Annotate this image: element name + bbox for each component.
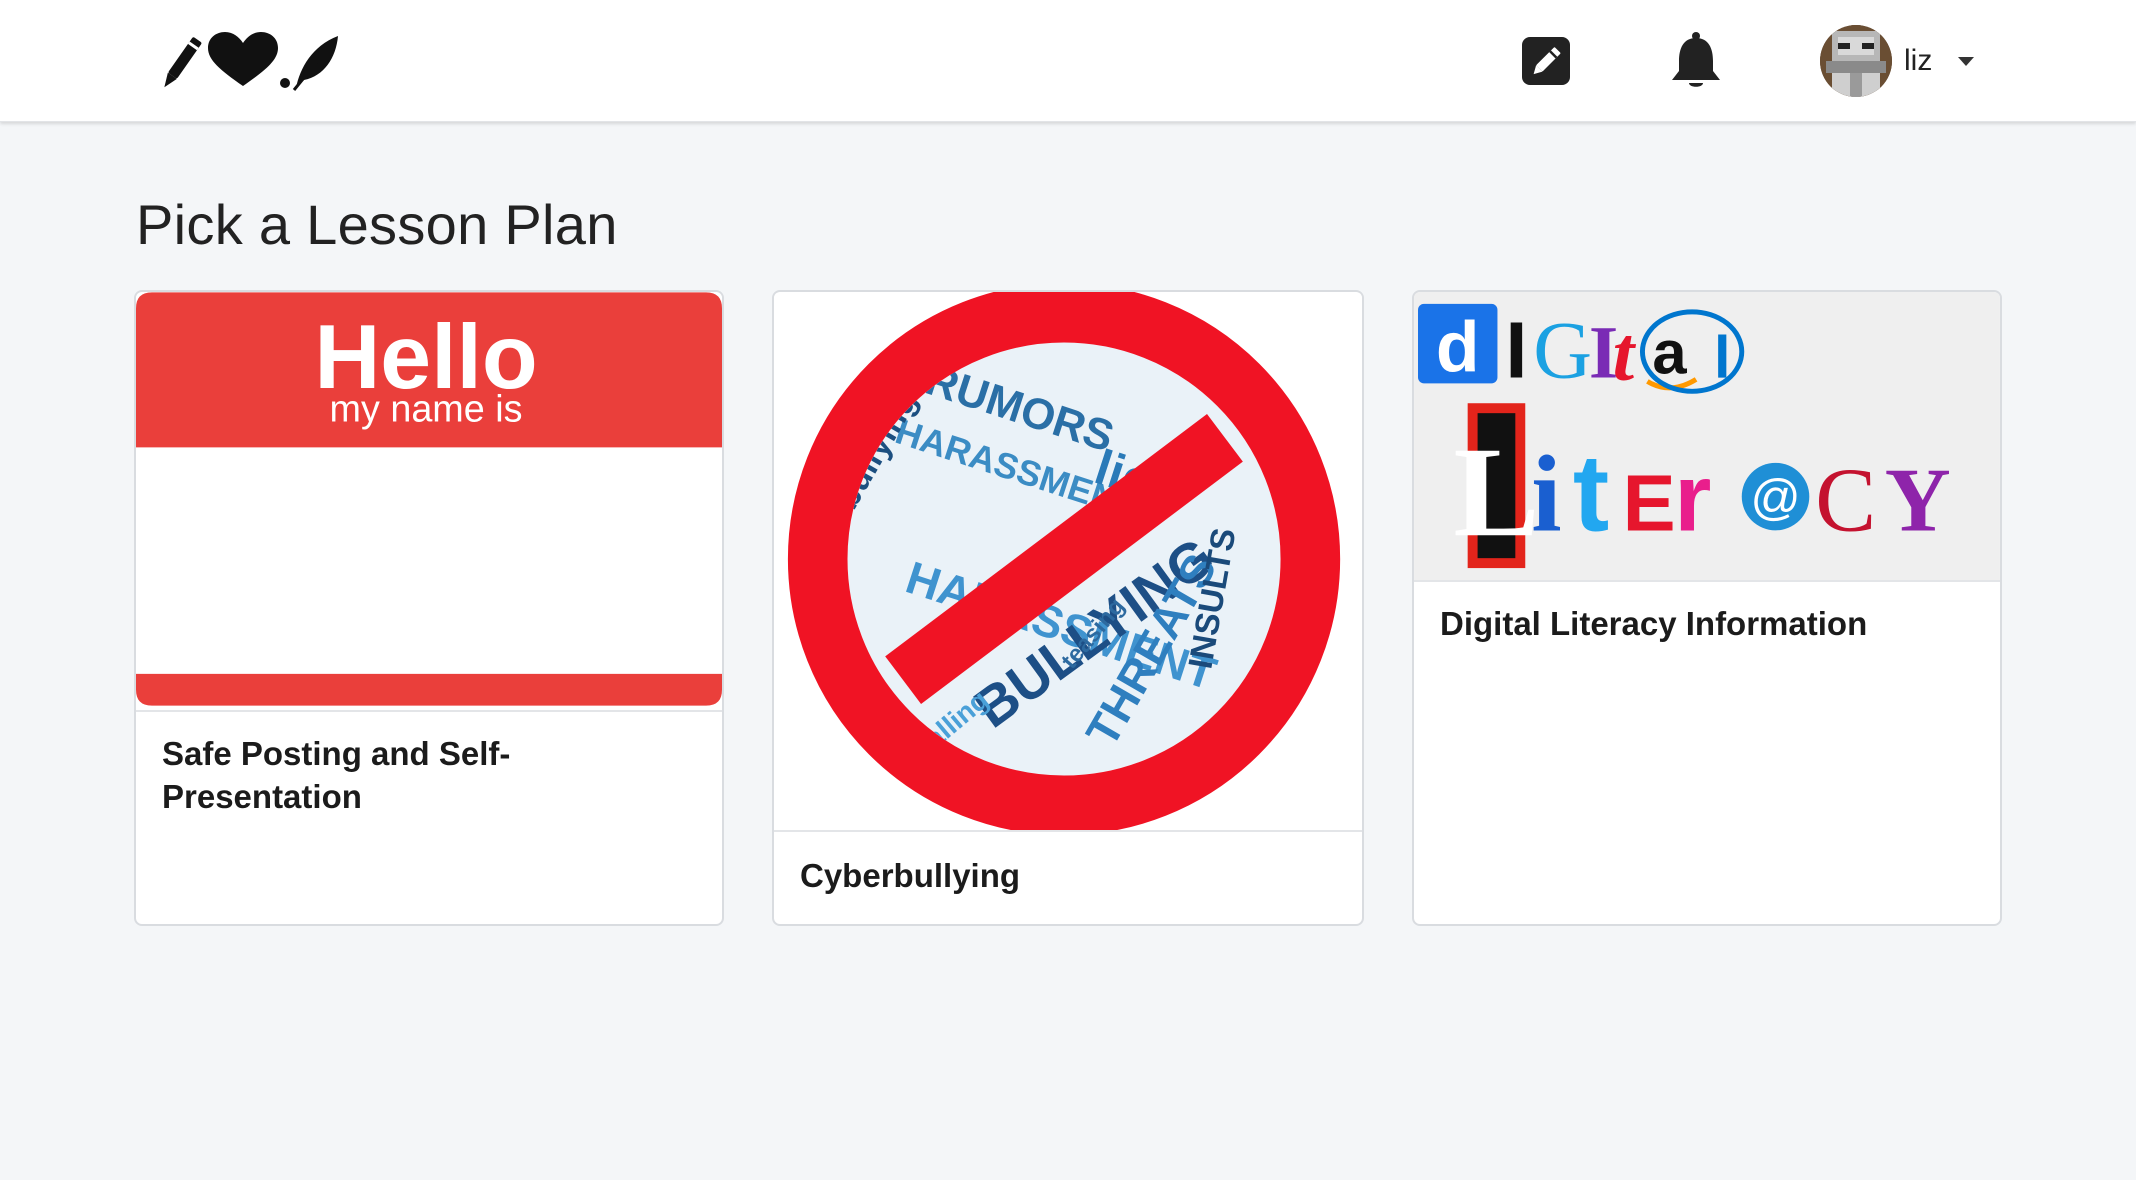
svg-text:I: I (1505, 305, 1527, 394)
cyberbullying-stop-image: RUMORS HARASSMENT bullying lies HARASSME… (774, 292, 1362, 832)
lesson-card-digital-literacy[interactable]: d I G I t a l L i t E r @ C Y Digital Li… (1412, 290, 2002, 926)
bell-icon (1672, 32, 1720, 87)
lesson-card-safe-posting[interactable]: Hello my name is Safe Posting and Self-P… (134, 290, 724, 926)
svg-text:r: r (1674, 445, 1711, 551)
hello-name-tag-image: Hello my name is (136, 292, 722, 712)
svg-text:d: d (1436, 307, 1480, 387)
compose-button[interactable] (1515, 30, 1577, 92)
my-name-is-text: my name is (330, 388, 523, 430)
username: liz (1904, 44, 1933, 77)
page-title: Pick a Lesson Plan (136, 193, 618, 256)
caret-down-icon[interactable] (1958, 56, 1975, 66)
lesson-card-cyberbullying[interactable]: RUMORS HARASSMENT bullying lies HARASSME… (772, 290, 1364, 926)
user-menu[interactable]: liz (1820, 24, 1975, 98)
svg-text:L: L (1453, 420, 1539, 563)
lesson-title[interactable]: Cyberbullying (774, 854, 1362, 897)
svg-text:Y: Y (1885, 449, 1951, 550)
notifications-button[interactable] (1665, 30, 1727, 92)
svg-text:E: E (1623, 458, 1676, 547)
svg-text:C: C (1815, 449, 1876, 550)
svg-text:t: t (1613, 310, 1637, 396)
svg-text:G: G (1533, 304, 1592, 395)
pencil-square-icon (1522, 37, 1570, 85)
top-navbar: liz (0, 0, 2136, 122)
svg-text:l: l (1714, 323, 1731, 390)
app-logo[interactable] (160, 28, 340, 94)
avatar (1820, 25, 1892, 97)
lesson-title[interactable]: Digital Literacy Information (1414, 602, 2000, 645)
svg-text:t: t (1573, 432, 1609, 554)
pixel-avatar (1820, 25, 1892, 97)
digital-literacy-collage-image: d I G I t a l L i t E r @ C Y (1414, 292, 2000, 582)
svg-text:@: @ (1750, 469, 1800, 525)
lesson-title[interactable]: Safe Posting and Self-Presentation (136, 732, 722, 818)
svg-text:i: i (1531, 433, 1561, 554)
